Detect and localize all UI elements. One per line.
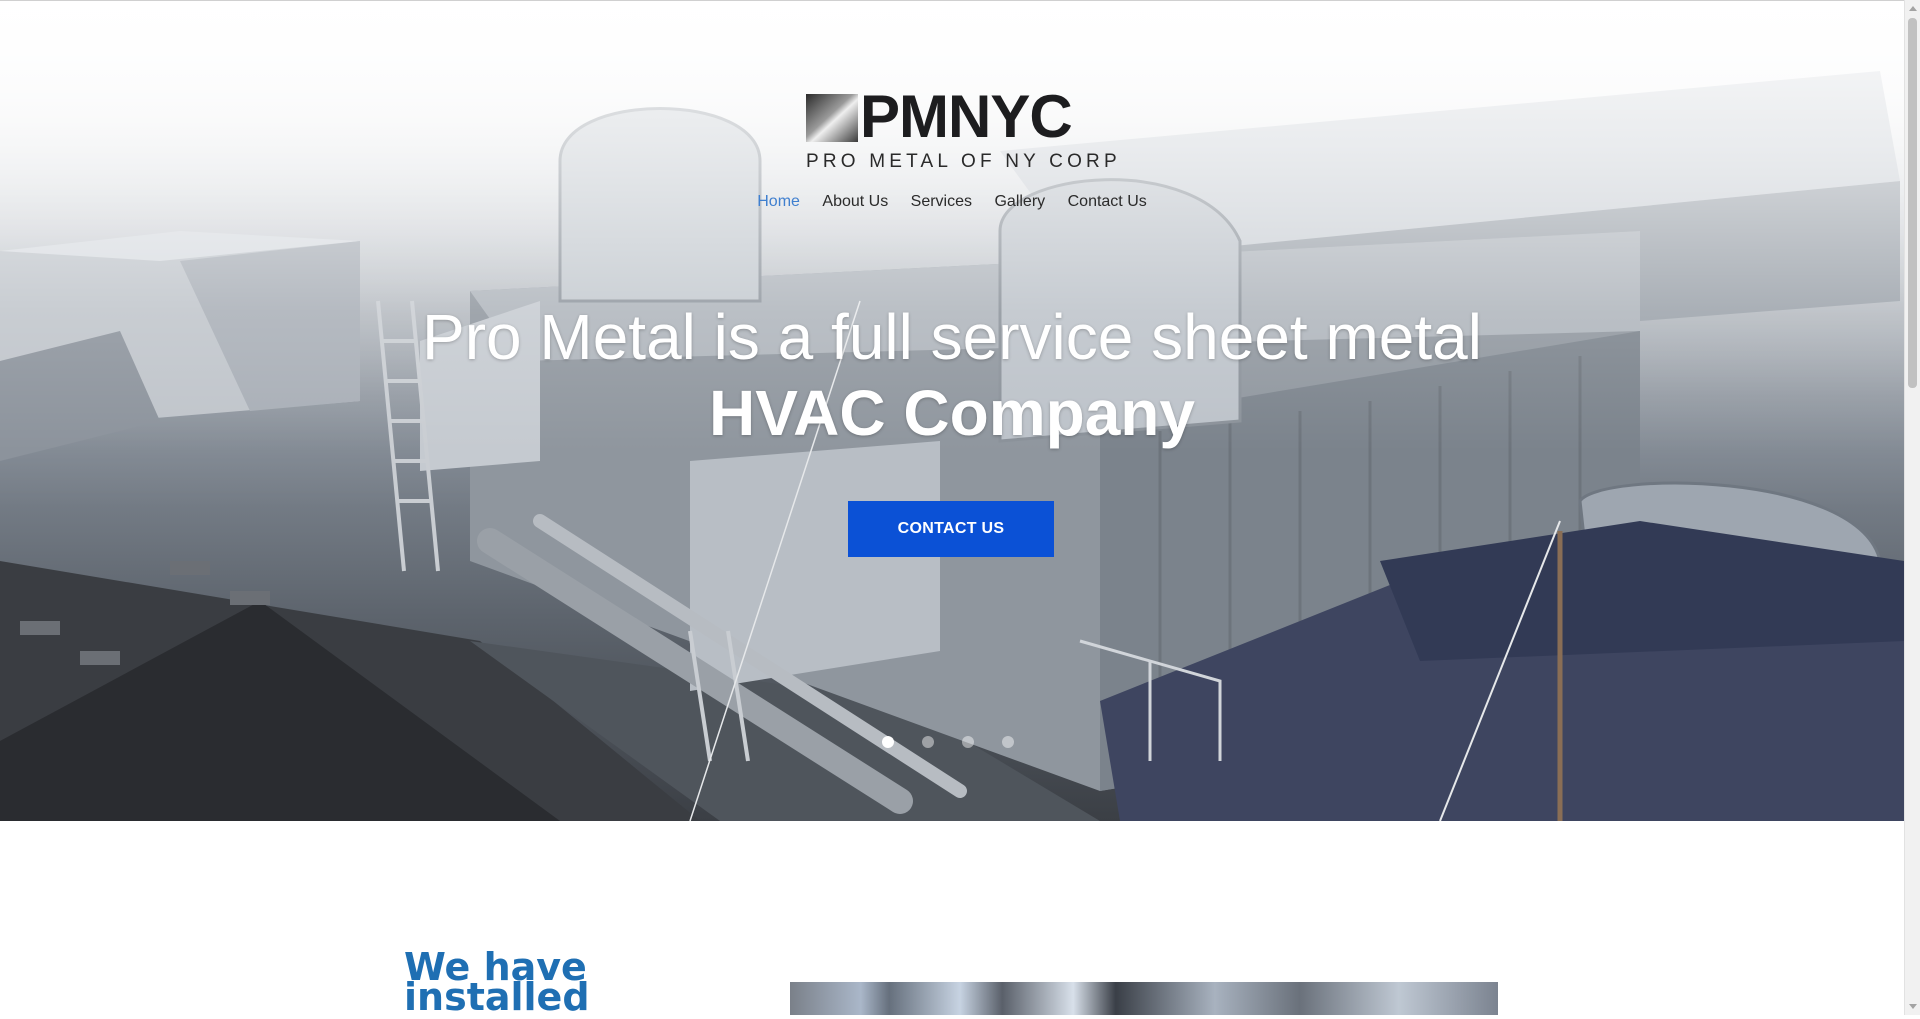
- hero-headline-line2: HVAC Company: [709, 377, 1195, 449]
- nav-item-contact-us[interactable]: Contact Us: [1068, 193, 1147, 211]
- contact-us-button[interactable]: CONTACT US: [848, 501, 1054, 557]
- main-navigation: Home About Us Services Gallery Contact U…: [0, 193, 1904, 211]
- intro-heading-line2: installed: [404, 975, 590, 1019]
- scrollbar-thumb[interactable]: [1908, 18, 1917, 388]
- slider-dot-3[interactable]: [962, 736, 974, 748]
- hero-slider: PMNYC PRO METAL OF NY CORP Home About Us…: [0, 1, 1904, 821]
- nav-item-gallery[interactable]: Gallery: [994, 193, 1045, 211]
- slider-dot-2[interactable]: [922, 736, 934, 748]
- site-logo[interactable]: PMNYC PRO METAL OF NY CORP: [806, 87, 1121, 177]
- nav-item-services[interactable]: Services: [911, 193, 972, 211]
- scroll-down-arrow-icon[interactable]: [1909, 1004, 1917, 1009]
- logo-tagline: PRO METAL OF NY CORP: [806, 151, 1121, 172]
- logo-mark-icon: [806, 94, 858, 142]
- logo-wordmark: PMNYC: [860, 83, 1073, 150]
- nav-item-home[interactable]: Home: [757, 193, 800, 211]
- slider-pagination: [882, 736, 1014, 748]
- hero-headline: Pro Metal is a full service sheet metal …: [0, 299, 1904, 451]
- slider-dot-1[interactable]: [882, 736, 894, 748]
- hero-headline-line1: Pro Metal is a full service sheet metal: [422, 301, 1482, 373]
- page-scrollbar[interactable]: [1904, 0, 1920, 1015]
- intro-heading: We have installed: [404, 948, 590, 1019]
- intro-image: [790, 982, 1498, 1015]
- nav-item-about-us[interactable]: About Us: [822, 193, 888, 211]
- slider-dot-4[interactable]: [1002, 736, 1014, 748]
- scroll-up-arrow-icon[interactable]: [1909, 6, 1917, 11]
